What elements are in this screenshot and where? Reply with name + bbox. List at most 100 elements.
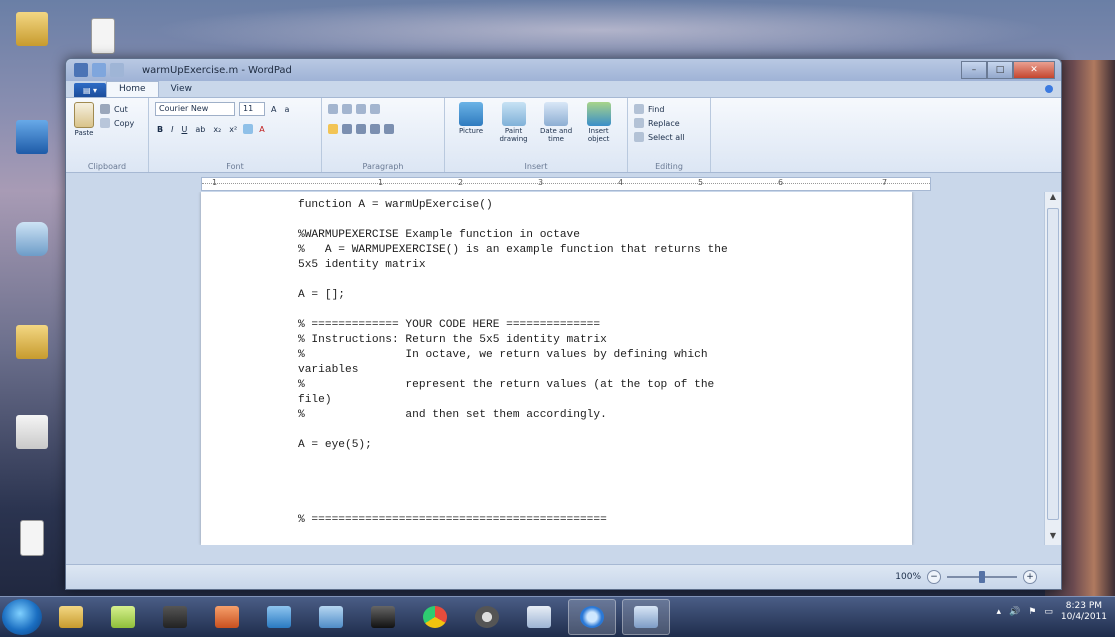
decrease-indent-icon[interactable] bbox=[328, 104, 338, 114]
taskbar-explorer[interactable] bbox=[48, 600, 94, 634]
bold-button[interactable]: B bbox=[155, 125, 165, 134]
font-family-select[interactable]: Courier New bbox=[155, 102, 235, 116]
find-button[interactable]: Find bbox=[634, 102, 704, 116]
subscript-icon[interactable]: x₂ bbox=[211, 125, 223, 134]
select-all-button[interactable]: Select all bbox=[634, 130, 704, 144]
flag-icon[interactable]: ⚑ bbox=[1028, 607, 1036, 617]
taskbar-octave[interactable] bbox=[568, 599, 616, 635]
taskbar-paint[interactable] bbox=[516, 600, 562, 634]
desktop-icon-folder[interactable] bbox=[6, 325, 58, 359]
align-center-icon[interactable] bbox=[342, 124, 352, 134]
tray-arrow-icon[interactable]: ▴ bbox=[997, 607, 1002, 617]
zoom-slider[interactable] bbox=[947, 571, 1017, 583]
taskbar-sticky-notes[interactable] bbox=[100, 600, 146, 634]
document-page[interactable]: function A = warmUpExercise() %WARMUPEXER… bbox=[201, 192, 912, 545]
align-right-icon[interactable] bbox=[356, 124, 366, 134]
font-color-icon[interactable]: A bbox=[257, 125, 266, 134]
picture-button[interactable]: Picture bbox=[451, 102, 491, 135]
line-spacing-icon[interactable] bbox=[370, 104, 380, 114]
highlight-icon[interactable] bbox=[243, 124, 254, 134]
strikethrough-icon[interactable]: ab bbox=[193, 125, 207, 134]
replace-button[interactable]: Replace bbox=[634, 116, 704, 130]
insert-object-button[interactable]: Insert object bbox=[579, 102, 619, 143]
shrink-font-icon[interactable]: a bbox=[282, 105, 291, 114]
window-title: warmUpExercise.m - WordPad bbox=[142, 64, 292, 76]
zoom-slider-knob[interactable] bbox=[979, 571, 985, 583]
ruler[interactable]: 1 1 2 3 4 5 6 7 bbox=[201, 177, 931, 191]
italic-button[interactable]: I bbox=[169, 125, 175, 134]
bullet-list-icon[interactable] bbox=[356, 104, 366, 114]
desktop-icon-user-folder[interactable] bbox=[6, 12, 58, 46]
octave-icon bbox=[580, 606, 604, 628]
vertical-scrollbar[interactable]: ▲ ▼ bbox=[1044, 192, 1061, 545]
document-line: % Instructions: Return the 5x5 identity … bbox=[298, 334, 607, 346]
date-time-button[interactable]: Date and time bbox=[536, 102, 576, 143]
wordpad-window: warmUpExercise.m - WordPad – □ ✕ ▤ ▾ Hom… bbox=[65, 58, 1062, 590]
taskbar-obs[interactable] bbox=[464, 600, 510, 634]
desktop-icon-computer[interactable] bbox=[6, 120, 58, 154]
zoom-control: 100% − + bbox=[895, 570, 1037, 584]
align-left-icon[interactable] bbox=[328, 124, 338, 134]
object-label: Insert object bbox=[587, 127, 610, 143]
network-icon bbox=[267, 606, 291, 628]
cut-label: Cut bbox=[114, 104, 128, 114]
minimize-button[interactable]: – bbox=[961, 61, 987, 79]
scroll-down-icon[interactable]: ▼ bbox=[1045, 531, 1061, 545]
document-line: A = eye(5); bbox=[298, 439, 372, 451]
scroll-up-icon[interactable]: ▲ bbox=[1045, 192, 1061, 206]
maximize-button[interactable]: □ bbox=[987, 61, 1013, 79]
recycle-bin-icon bbox=[16, 222, 48, 256]
wordpad-app-icon[interactable] bbox=[74, 63, 88, 77]
save-icon[interactable] bbox=[92, 63, 106, 77]
datetime-label: Date and time bbox=[540, 127, 573, 143]
taskbar-wordpad[interactable] bbox=[622, 599, 670, 635]
object-icon bbox=[586, 102, 611, 126]
desktop-icon-recycle[interactable] bbox=[6, 222, 58, 256]
justify-icon[interactable] bbox=[370, 124, 380, 134]
taskbar-terminal[interactable] bbox=[360, 600, 406, 634]
paste-button[interactable]: Paste bbox=[72, 102, 96, 137]
paint-label: Paint drawing bbox=[499, 127, 528, 143]
paint-drawing-button[interactable]: Paint drawing bbox=[494, 102, 534, 143]
zoom-out-button[interactable]: − bbox=[927, 570, 941, 584]
document-icon bbox=[91, 18, 115, 54]
title-bar[interactable]: warmUpExercise.m - WordPad – □ ✕ bbox=[66, 59, 1061, 81]
taskbar-chrome[interactable] bbox=[412, 600, 458, 634]
desktop-icon-file[interactable] bbox=[6, 520, 58, 556]
tab-view[interactable]: View bbox=[159, 82, 204, 97]
document-line: % A = WARMUPEXERCISE() is an example fun… bbox=[298, 244, 728, 256]
start-button[interactable] bbox=[2, 599, 42, 635]
volume-icon[interactable]: 🔊 bbox=[1009, 607, 1020, 617]
clock[interactable]: 8:23 PM 10/4/2011 bbox=[1061, 601, 1107, 623]
zoom-in-button[interactable]: + bbox=[1023, 570, 1037, 584]
taskbar-powerpoint[interactable] bbox=[204, 600, 250, 634]
desktop-glow bbox=[150, 0, 1050, 60]
scrollbar-thumb[interactable] bbox=[1047, 208, 1059, 520]
taskbar-network[interactable] bbox=[256, 600, 302, 634]
increase-indent-icon[interactable] bbox=[342, 104, 352, 114]
font-size-select[interactable]: 11 bbox=[239, 102, 265, 116]
desktop-icon-matlab[interactable] bbox=[6, 415, 58, 449]
network-tray-icon[interactable]: ▭ bbox=[1044, 607, 1053, 617]
close-button[interactable]: ✕ bbox=[1013, 61, 1055, 79]
superscript-icon[interactable]: x² bbox=[227, 125, 239, 134]
taskbar-media[interactable] bbox=[152, 600, 198, 634]
tab-home[interactable]: Home bbox=[106, 81, 159, 97]
desktop-icon-document[interactable] bbox=[88, 18, 118, 54]
cut-button[interactable]: Cut bbox=[100, 102, 134, 116]
help-icon[interactable] bbox=[1045, 85, 1053, 93]
grow-font-icon[interactable]: A bbox=[269, 105, 278, 114]
taskbar-remote[interactable] bbox=[308, 600, 354, 634]
insert-group: Picture Paint drawing Date and time Inse… bbox=[445, 98, 628, 172]
paragraph-icon[interactable] bbox=[384, 124, 394, 134]
underline-button[interactable]: U bbox=[179, 125, 189, 134]
document-text[interactable]: function A = warmUpExercise() %WARMUPEXER… bbox=[298, 198, 872, 528]
file-menu-button[interactable]: ▤ ▾ bbox=[74, 83, 106, 97]
zoom-level: 100% bbox=[895, 572, 921, 582]
document-line: % represent the return values (at the to… bbox=[298, 379, 715, 391]
chrome-icon bbox=[423, 606, 447, 628]
font-group-label: Font bbox=[226, 162, 244, 171]
undo-icon[interactable] bbox=[110, 63, 124, 77]
copy-button[interactable]: Copy bbox=[100, 116, 134, 130]
